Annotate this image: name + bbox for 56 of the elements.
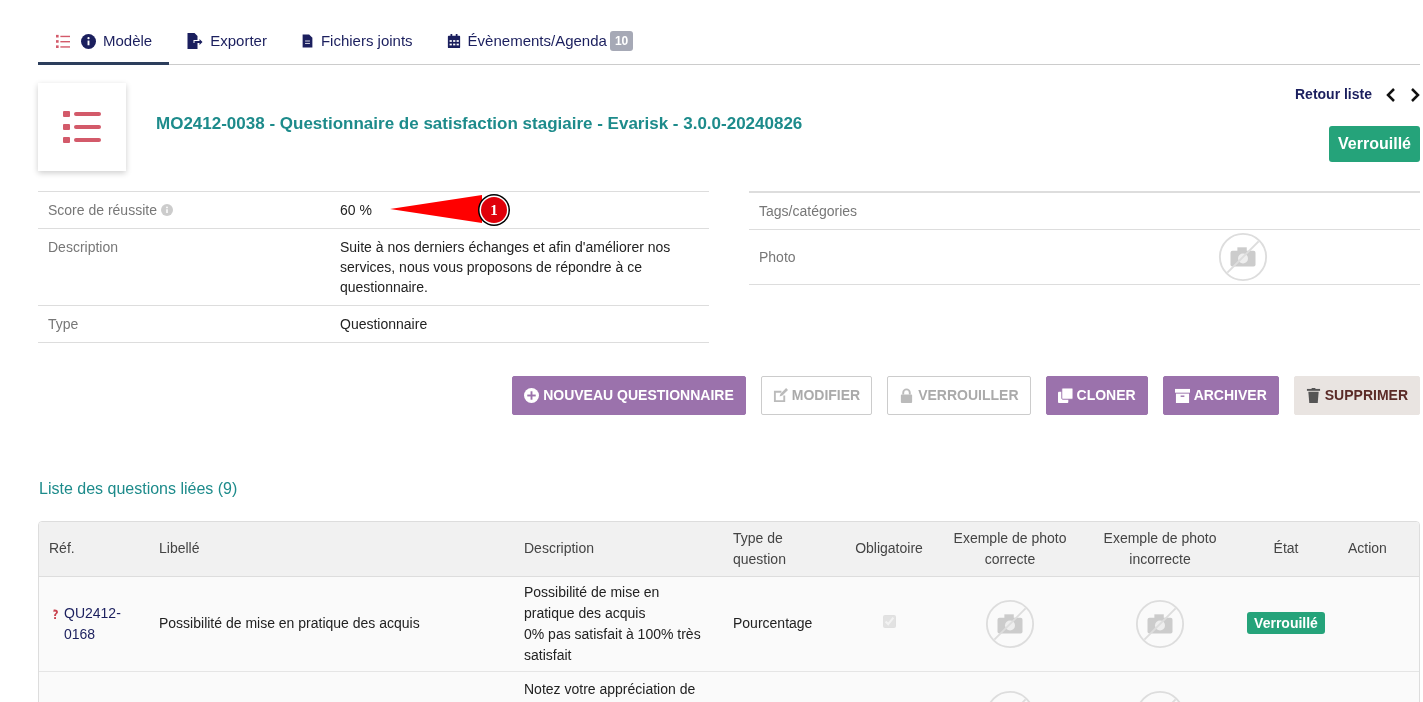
file-icon	[300, 33, 314, 49]
description-line: Possibilité de mise en pratique des acquis	[524, 582, 661, 623]
action-button[interactable]: NOUVEAU QUESTIONNAIRE	[512, 376, 746, 415]
column-header: Action	[1338, 522, 1419, 576]
field-value: Questionnaire	[340, 316, 428, 332]
action-button[interactable]: SUPPRIMER	[1293, 376, 1420, 415]
question-type: Pourcentage	[733, 615, 813, 631]
column-header: Obligatoire	[844, 522, 934, 576]
field-value: Suite à nos derniers échanges et afin d'améliorer nos services, nous vous proposons de répondre à ce questionnaire.	[340, 239, 671, 295]
column-header: Réf.	[39, 522, 149, 576]
field-label: Photo	[758, 247, 797, 267]
plus-icon	[524, 388, 540, 403]
column-header: État	[1234, 522, 1338, 576]
archive-icon	[1174, 388, 1190, 403]
column-header: Type de question	[723, 522, 844, 576]
description-line: Notez votre appréciation de	[524, 679, 697, 699]
field-value: 60 %	[340, 202, 372, 218]
column-header: Libellé	[149, 522, 514, 576]
no-photo-icon	[1135, 598, 1185, 649]
list-icon	[63, 111, 101, 143]
status-badge: Verrouillé	[1329, 126, 1420, 162]
file-export-icon	[186, 33, 204, 49]
record-title: MO2412-0038 - Questionnaire de satisfaction stagiaire - Evarisk - 3.0.0-20240826	[156, 113, 804, 135]
tab[interactable]: Fichiers joints	[283, 20, 430, 65]
no-photo-icon	[985, 598, 1035, 649]
description-line: 0% pas satisfait à 100% très satisfait	[524, 624, 702, 665]
field-label: Type	[48, 315, 79, 334]
tab[interactable]: Exporter	[169, 20, 284, 65]
column-header: Description	[514, 522, 723, 576]
section-title: Liste des questions liées (9)	[39, 479, 239, 499]
field-label: Tags/catégories	[758, 201, 859, 221]
action-button[interactable]: CLONER	[1045, 376, 1148, 415]
field-label: Score de réussite	[48, 201, 157, 220]
lock-icon	[899, 388, 915, 403]
field-label: Description	[48, 238, 119, 257]
trash-icon	[1305, 388, 1321, 403]
next-icon[interactable]	[1410, 87, 1420, 102]
edit-icon	[772, 388, 788, 403]
question-ref-link[interactable]: QU2412-0168	[64, 602, 134, 645]
tab[interactable]: Évènements/Agenda 10	[429, 20, 651, 65]
back-to-list-link[interactable]: Retour liste	[1295, 84, 1372, 105]
count-badge: 10	[609, 31, 634, 51]
info-icon	[81, 33, 96, 49]
previous-icon[interactable]	[1386, 87, 1396, 102]
action-button[interactable]: ARCHIVER	[1162, 376, 1279, 415]
question-label: Possibilité de mise en pratique des acquis	[159, 615, 420, 631]
no-photo-icon	[1218, 232, 1268, 282]
list-icon	[55, 34, 71, 48]
tab[interactable]: Modèle	[38, 20, 170, 65]
column-header: Exemple de photo correcte	[934, 522, 1086, 576]
status-badge: Verrouillé	[1247, 612, 1325, 634]
callout-number: 1	[489, 201, 499, 220]
clone-icon	[1057, 388, 1073, 403]
question-mark-icon	[51, 606, 61, 621]
calendar-icon	[446, 33, 461, 49]
column-header: Exemple de photo incorrecte	[1086, 522, 1234, 576]
